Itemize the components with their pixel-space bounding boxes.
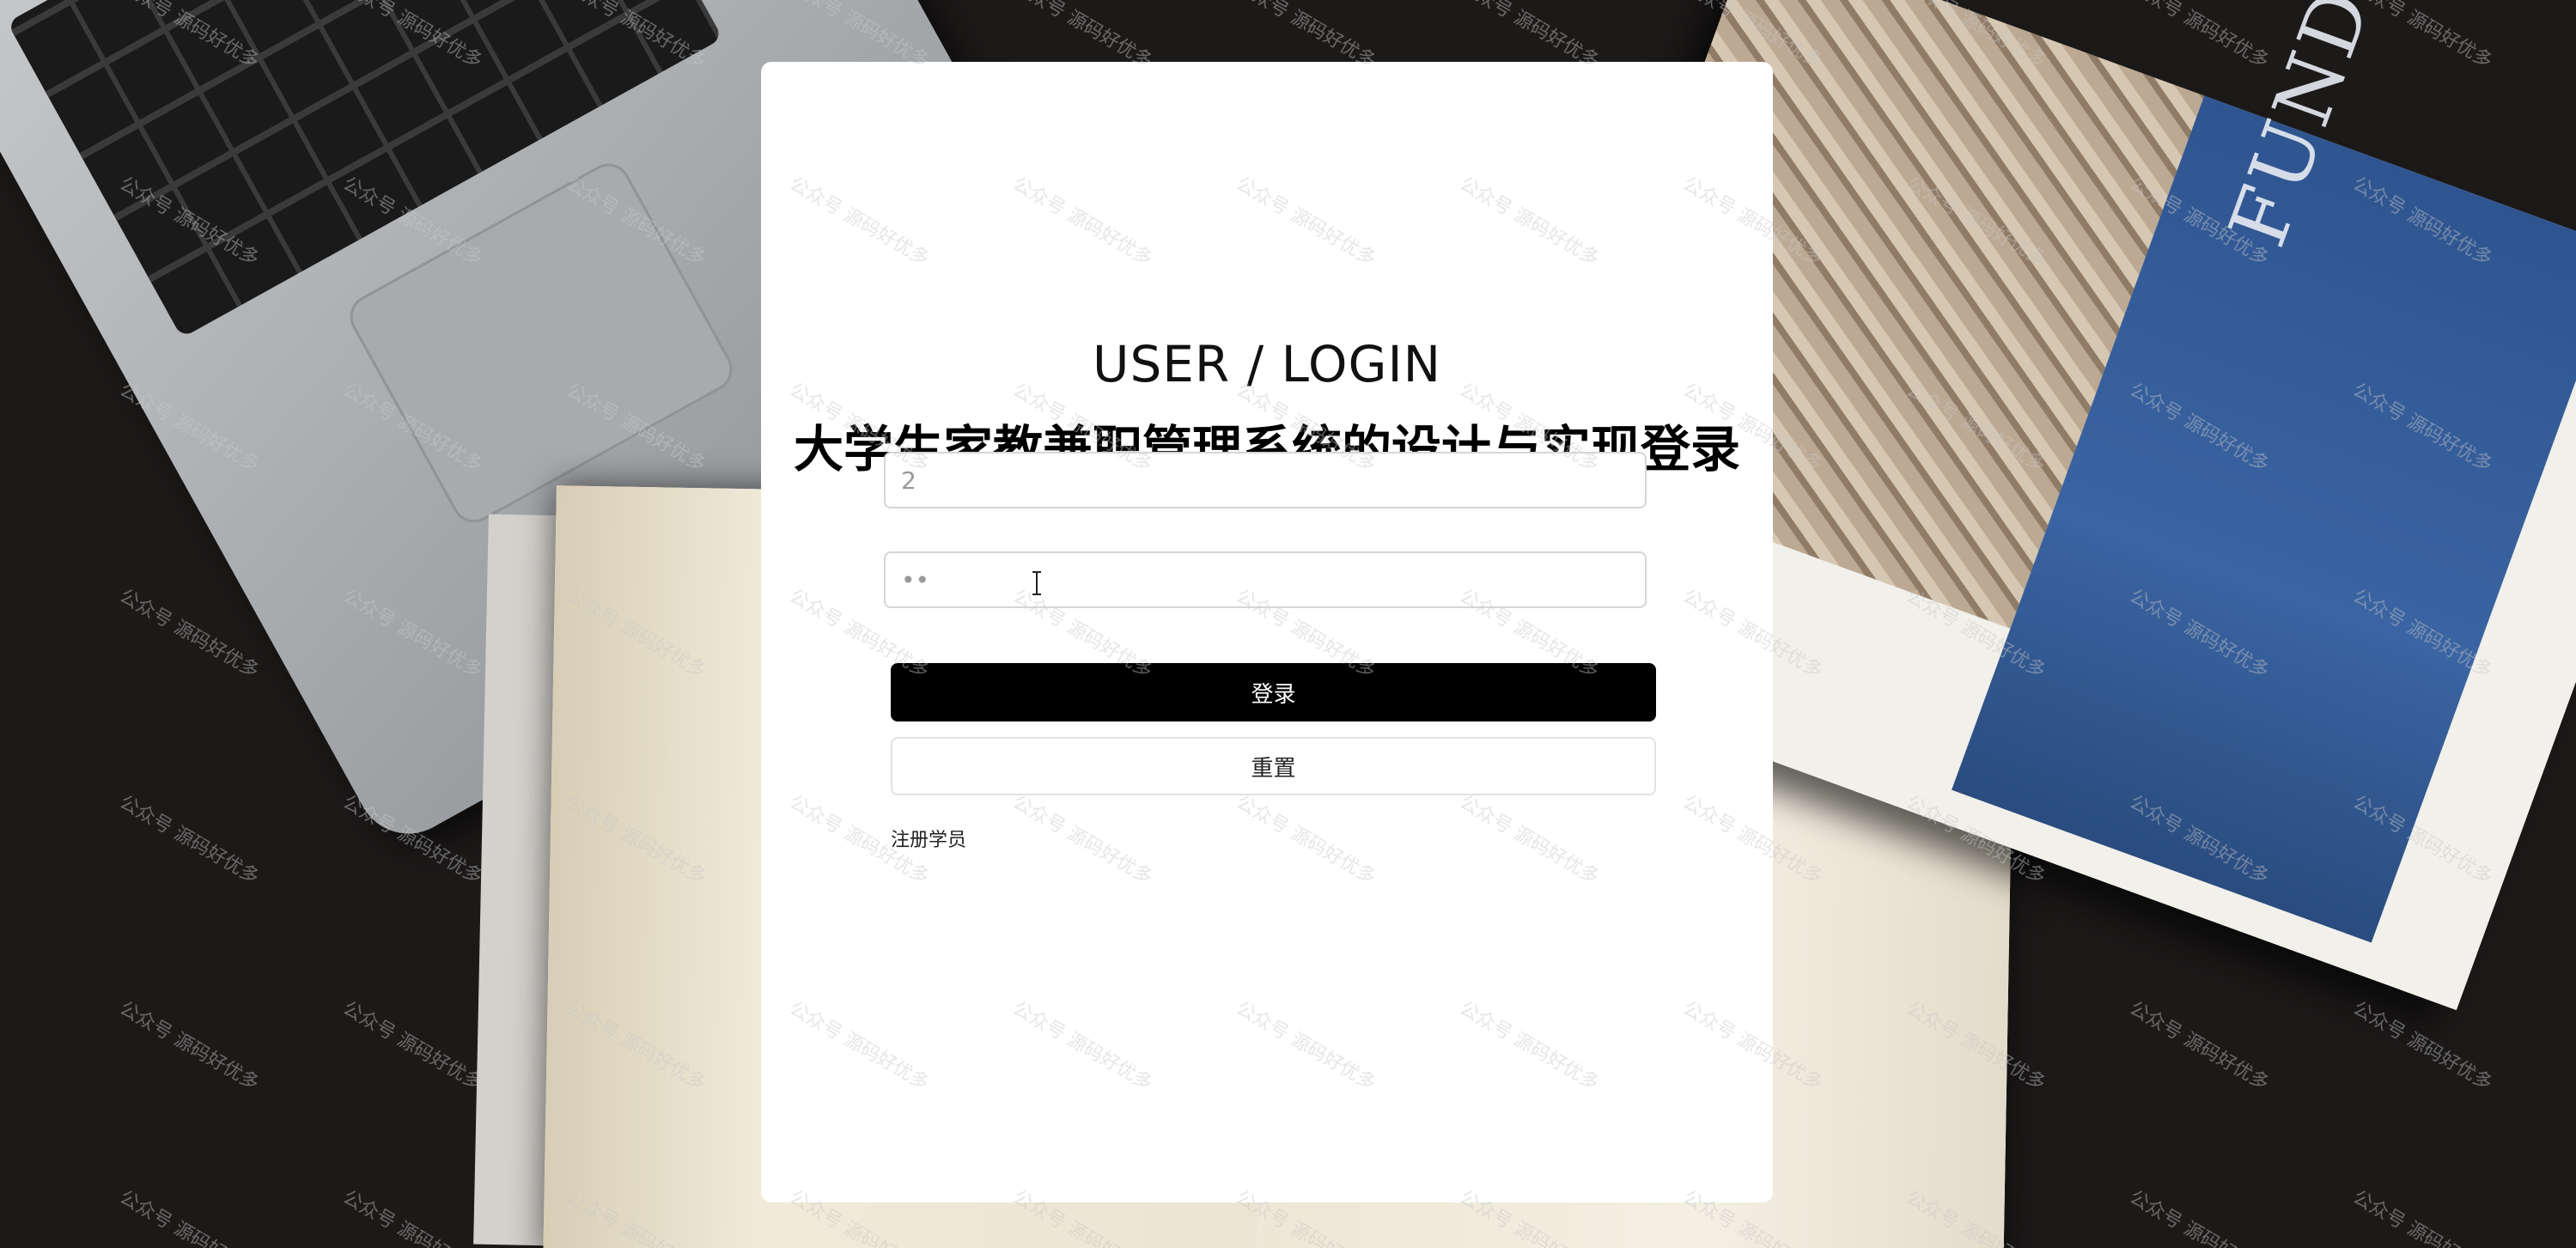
login-card: USER / LOGIN 大学生家教兼职管理系统的设计与实现登录 登录 重置 注… [761,62,1773,1202]
text-cursor-icon [1032,571,1041,595]
login-button[interactable]: 登录 [891,663,1656,721]
reset-button[interactable]: 重置 [891,737,1656,795]
username-input[interactable] [884,452,1647,508]
password-input[interactable] [884,551,1647,608]
login-title-en: USER / LOGIN [1093,335,1441,393]
register-link[interactable]: 注册学员 [891,825,966,852]
